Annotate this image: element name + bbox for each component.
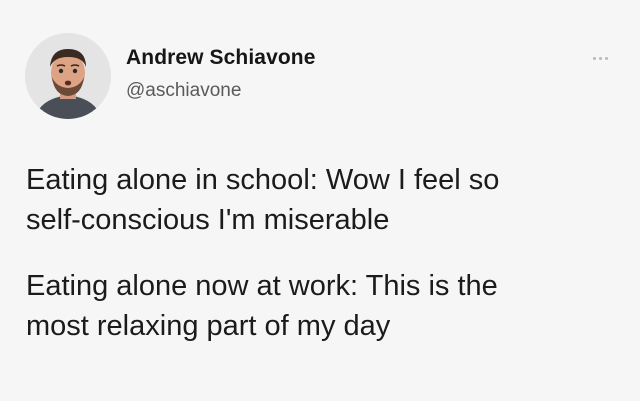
author-name[interactable]: Andrew Schiavone <box>126 46 315 70</box>
more-horizontal-icon-dot <box>604 56 608 60</box>
avatar[interactable] <box>25 33 111 119</box>
user-avatar-icon <box>25 33 111 119</box>
more-horizontal-icon <box>592 56 596 60</box>
tweet-paragraph: Eating alone now at work: This is the mo… <box>26 270 498 342</box>
more-horizontal-icon-dot <box>598 56 602 60</box>
tweet-card: Andrew Schiavone @aschiavone Eating alon… <box>0 0 640 401</box>
more-options-button[interactable] <box>586 50 614 66</box>
author-handle[interactable]: @aschiavone <box>126 80 241 102</box>
tweet-paragraph: Eating alone in school: Wow I feel so se… <box>26 164 500 236</box>
